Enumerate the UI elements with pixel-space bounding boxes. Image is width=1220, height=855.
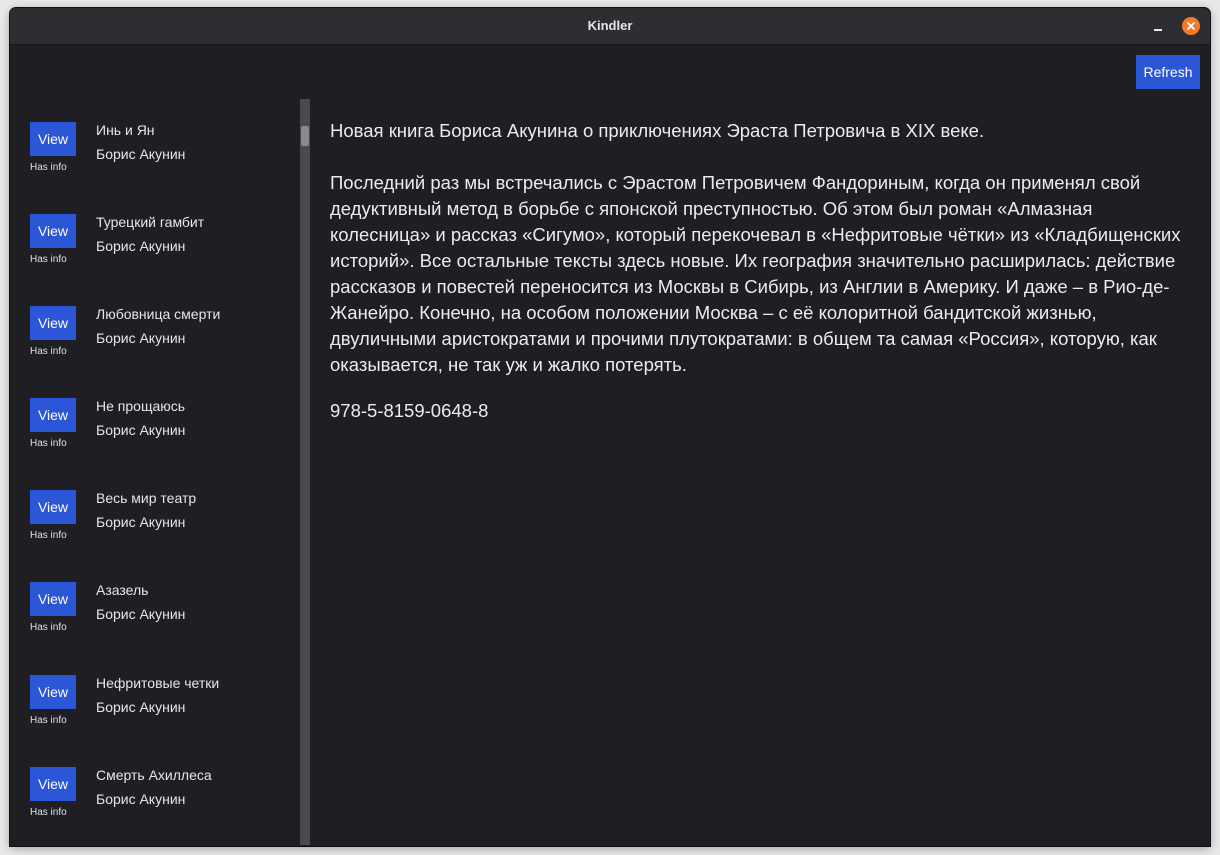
status-label: Has info bbox=[30, 622, 67, 633]
view-button[interactable]: View bbox=[30, 582, 76, 616]
view-button[interactable]: View bbox=[30, 675, 76, 709]
book-isbn: 978-5-8159-0648-8 bbox=[330, 400, 489, 421]
list-item: View Has info Азазель Борис Акунин bbox=[10, 560, 300, 652]
book-title: Азазель bbox=[96, 582, 149, 598]
book-author: Борис Акунин bbox=[96, 791, 186, 807]
list-item: View Has info Турецкий гамбит Борис Акун… bbox=[10, 192, 300, 284]
list-item: View Has info Нефритовые четки Борис Аку… bbox=[10, 653, 300, 745]
view-button[interactable]: View bbox=[30, 767, 76, 801]
book-title: Инь и Ян bbox=[96, 122, 155, 138]
list-item: View Has info Весь мир театр Борис Акуни… bbox=[10, 468, 300, 560]
status-label: Has info bbox=[30, 807, 67, 818]
book-title: Турецкий гамбит bbox=[96, 214, 205, 230]
app-window: Kindler Refresh View Has info Инь и Ян Б… bbox=[10, 8, 1210, 846]
book-author: Борис Акунин bbox=[96, 514, 186, 530]
scrollbar-thumb[interactable] bbox=[301, 126, 309, 146]
book-title: Весь мир театр bbox=[96, 490, 197, 506]
list-item: View Has info Любовница смерти Борис Аку… bbox=[10, 284, 300, 376]
book-title: Не прощаюсь bbox=[96, 398, 186, 414]
close-icon[interactable] bbox=[1182, 17, 1200, 35]
status-label: Has info bbox=[30, 530, 67, 541]
book-author: Борис Акунин bbox=[96, 238, 186, 254]
view-button[interactable]: View bbox=[30, 122, 76, 156]
status-label: Has info bbox=[30, 254, 67, 265]
book-description: Последний раз мы встречались с Эрастом П… bbox=[330, 172, 1181, 375]
book-author: Борис Акунин bbox=[96, 606, 186, 622]
view-button[interactable]: View bbox=[30, 306, 76, 340]
title-bar: Kindler bbox=[10, 8, 1210, 45]
book-summary: Новая книга Бориса Акунина о приключения… bbox=[330, 120, 985, 141]
list-item: View Has info Смерть Ахиллеса Борис Акун… bbox=[10, 745, 300, 837]
book-title: Любовница смерти bbox=[96, 306, 221, 322]
view-button[interactable]: View bbox=[30, 214, 76, 248]
view-button[interactable]: View bbox=[30, 398, 76, 432]
status-label: Has info bbox=[30, 438, 67, 449]
book-details: Новая книга Бориса Акунина о приключения… bbox=[330, 118, 1195, 450]
refresh-button[interactable]: Refresh bbox=[1136, 55, 1200, 89]
minimize-icon[interactable] bbox=[1149, 17, 1167, 35]
book-title: Нефритовые четки bbox=[96, 675, 220, 691]
window-title: Kindler bbox=[587, 18, 633, 33]
book-author: Борис Акунин bbox=[96, 699, 186, 715]
status-label: Has info bbox=[30, 162, 67, 173]
status-label: Has info bbox=[30, 346, 67, 357]
book-author: Борис Акунин bbox=[96, 146, 186, 162]
book-author: Борис Акунин bbox=[96, 422, 186, 438]
book-list[interactable]: View Has info Инь и Ян Борис Акунин View… bbox=[10, 100, 310, 846]
status-label: Has info bbox=[30, 715, 67, 726]
list-scrollbar[interactable] bbox=[300, 99, 310, 845]
list-item: View Has info Не прощаюсь Борис Акунин bbox=[10, 376, 300, 468]
book-title: Смерть Ахиллеса bbox=[96, 767, 212, 783]
book-author: Борис Акунин bbox=[96, 330, 186, 346]
list-item: View Has info Инь и Ян Борис Акунин bbox=[10, 100, 300, 192]
view-button[interactable]: View bbox=[30, 490, 76, 524]
